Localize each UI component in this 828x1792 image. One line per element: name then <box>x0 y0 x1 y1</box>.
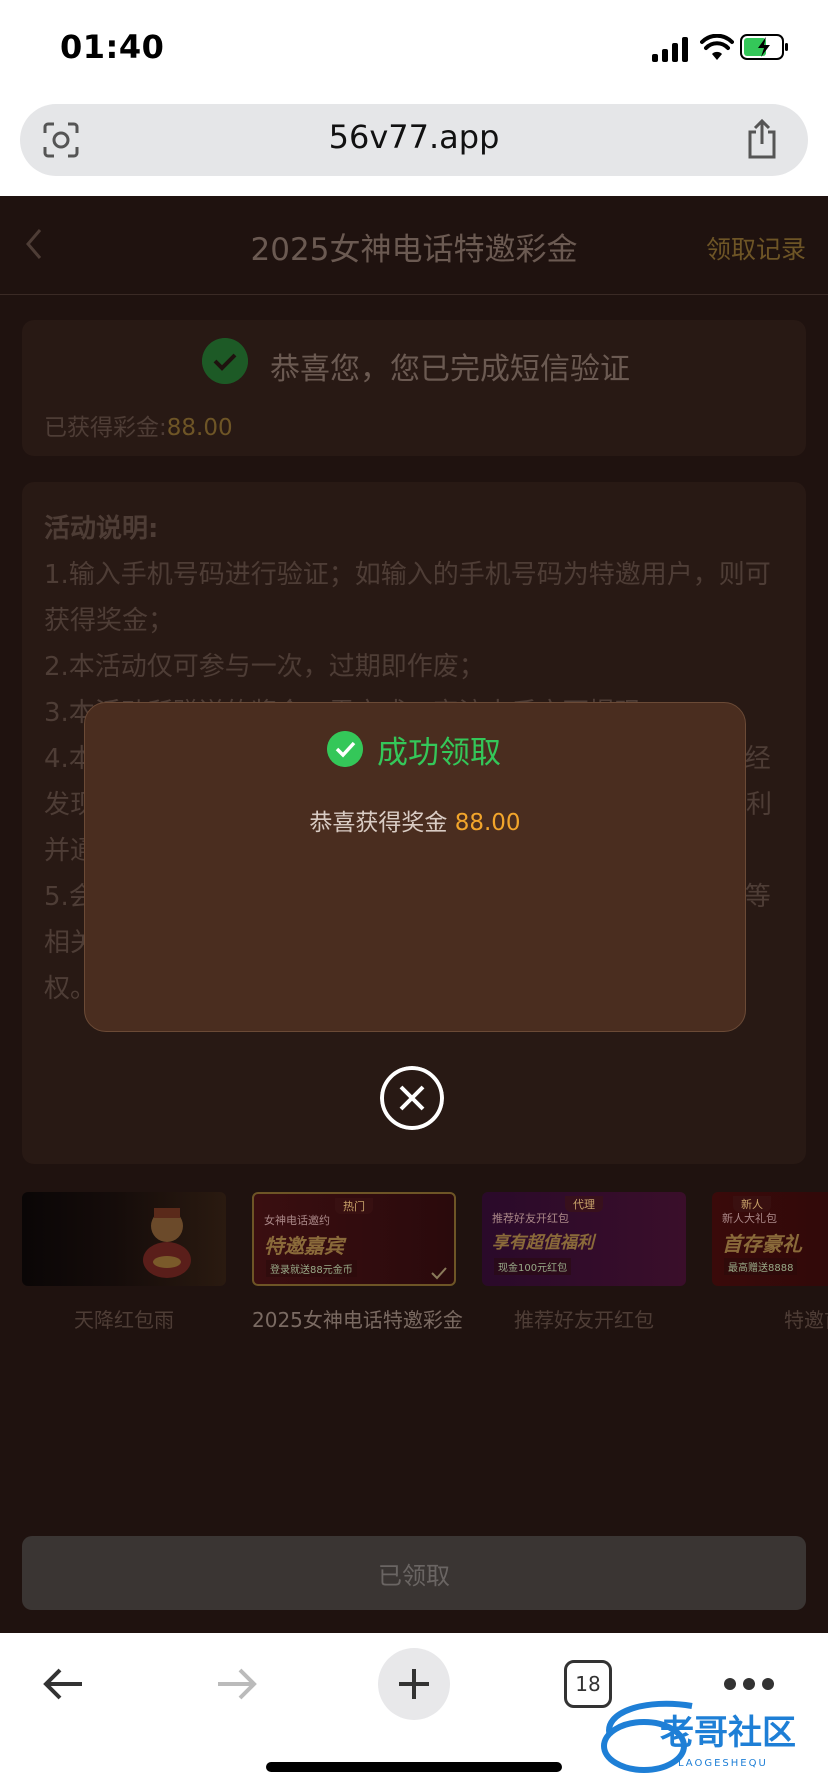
share-icon[interactable] <box>745 118 779 160</box>
banner-line2: 享有超值福利 <box>492 1233 594 1253</box>
wifi-icon <box>700 34 734 60</box>
banner-caption: 推荐好友开红包 <box>514 1308 654 1332</box>
modal-close-icon[interactable] <box>380 1066 444 1130</box>
banner-line3: 最高赠送8888 <box>724 1258 798 1275</box>
rules-title: 活动说明: <box>44 514 159 544</box>
home-indicator <box>266 1762 562 1772</box>
banner-refer-friend[interactable]: 代理 推荐好友开红包 享有超值福利 现金100元红包 <box>482 1192 686 1286</box>
banner-first-deposit[interactable]: 新人 新人大礼包 首存豪礼 最高赠送8888 <box>712 1192 828 1286</box>
verify-message: 恭喜您，您已完成短信验证 <box>270 352 630 387</box>
fortune-god-icon <box>143 1208 191 1278</box>
banner-caption: 特邀首 <box>784 1308 828 1332</box>
claimed-button[interactable]: 已领取 <box>22 1536 806 1610</box>
check-circle-icon <box>202 338 248 384</box>
page-title: 2025女神电话特邀彩金 <box>250 232 578 268</box>
status-bar: 01:40 <box>0 0 828 98</box>
modal-message-text: 恭喜获得奖金 <box>309 810 448 836</box>
banner-line1: 推荐好友开红包 <box>492 1212 569 1225</box>
rule-item: 1.输入手机号码进行验证；如输入的手机号码为特邀用户，则可获得奖金； <box>44 560 771 636</box>
banner-caption-active: 2025女神电话特邀彩金 <box>252 1308 463 1332</box>
modal-title: 成功领取 <box>377 735 501 771</box>
status-time: 01:40 <box>60 28 165 66</box>
rule-item: 2.本活动仅可参与一次，过期即作废； <box>44 652 485 682</box>
cellular-signal-icon <box>652 36 690 62</box>
success-modal: 成功领取 恭喜获得奖金 88.00 <box>84 702 746 1032</box>
banner-line1: 女神电话邀约 <box>264 1214 330 1227</box>
banner-tag: 代理 <box>565 1196 603 1212</box>
banner-caption: 天降红包雨 <box>74 1308 174 1332</box>
watermark-logo: 老哥社区 LAOGESHEQU <box>601 1700 796 1773</box>
watermark-title: 老哥社区 <box>660 1713 796 1753</box>
watermark-subtitle: LAOGESHEQU <box>678 1758 768 1769</box>
banner-line2: 首存豪礼 <box>722 1232 802 1256</box>
bonus-label: 已获得彩金:88.00 <box>44 408 233 442</box>
banner-tag: 热门 <box>335 1198 373 1214</box>
page-header: 2025女神电话特邀彩金 领取记录 <box>0 196 828 295</box>
claim-records-link[interactable]: 领取记录 <box>706 230 806 266</box>
activity-carousel[interactable]: 天降红包雨 热门 女神电话邀约 特邀嘉宾 登录就送88元金币 2025女神电话特… <box>22 1192 828 1332</box>
modal-message: 恭喜获得奖金 88.00 <box>85 803 745 837</box>
plus-icon <box>399 1669 429 1699</box>
bonus-value: 88.00 <box>166 415 233 441</box>
success-check-icon <box>327 731 363 767</box>
verify-card: 恭喜您，您已完成短信验证 已获得彩金:88.00 <box>22 320 806 456</box>
claimed-button-label: 已领取 <box>378 1562 450 1590</box>
banner-line2: 特邀嘉宾 <box>264 1234 344 1258</box>
banner-line1: 新人大礼包 <box>722 1212 777 1225</box>
banner-red-envelope-rain[interactable] <box>22 1192 226 1286</box>
modal-amount: 88.00 <box>454 810 521 836</box>
battery-charging-icon <box>740 34 788 60</box>
forward-arrow-icon[interactable] <box>214 1664 260 1704</box>
selected-check-icon <box>431 1267 447 1280</box>
address-bar[interactable]: 56v77.app <box>20 104 808 176</box>
banner-line3: 登录就送88元金币 <box>266 1260 357 1277</box>
url-text[interactable]: 56v77.app <box>20 118 808 156</box>
back-arrow-icon[interactable] <box>40 1664 86 1704</box>
new-tab-button[interactable] <box>378 1648 450 1720</box>
banner-goddess-call[interactable]: 热门 女神电话邀约 特邀嘉宾 登录就送88元金币 <box>252 1192 456 1286</box>
bonus-label-text: 已获得彩金: <box>44 415 167 441</box>
banner-line3: 现金100元红包 <box>494 1258 572 1275</box>
more-options-icon[interactable] <box>724 1678 774 1692</box>
